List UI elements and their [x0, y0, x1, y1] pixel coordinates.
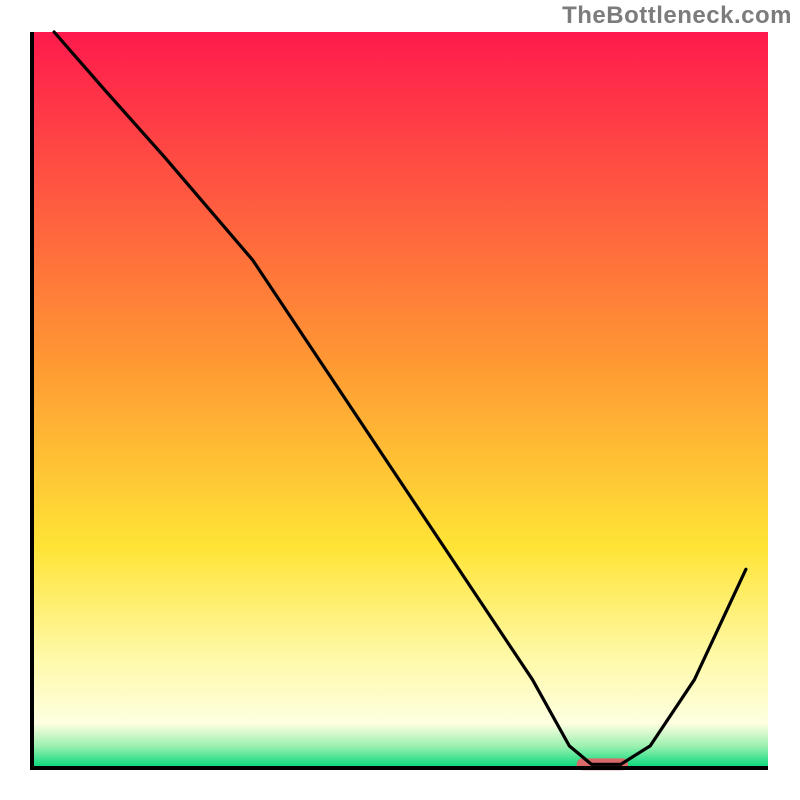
chart-container: { "watermark": "TheBottleneck.com", "cha… — [0, 0, 800, 800]
chart-svg — [0, 0, 800, 800]
watermark-label: TheBottleneck.com — [562, 2, 792, 30]
gradient-background — [32, 32, 768, 768]
